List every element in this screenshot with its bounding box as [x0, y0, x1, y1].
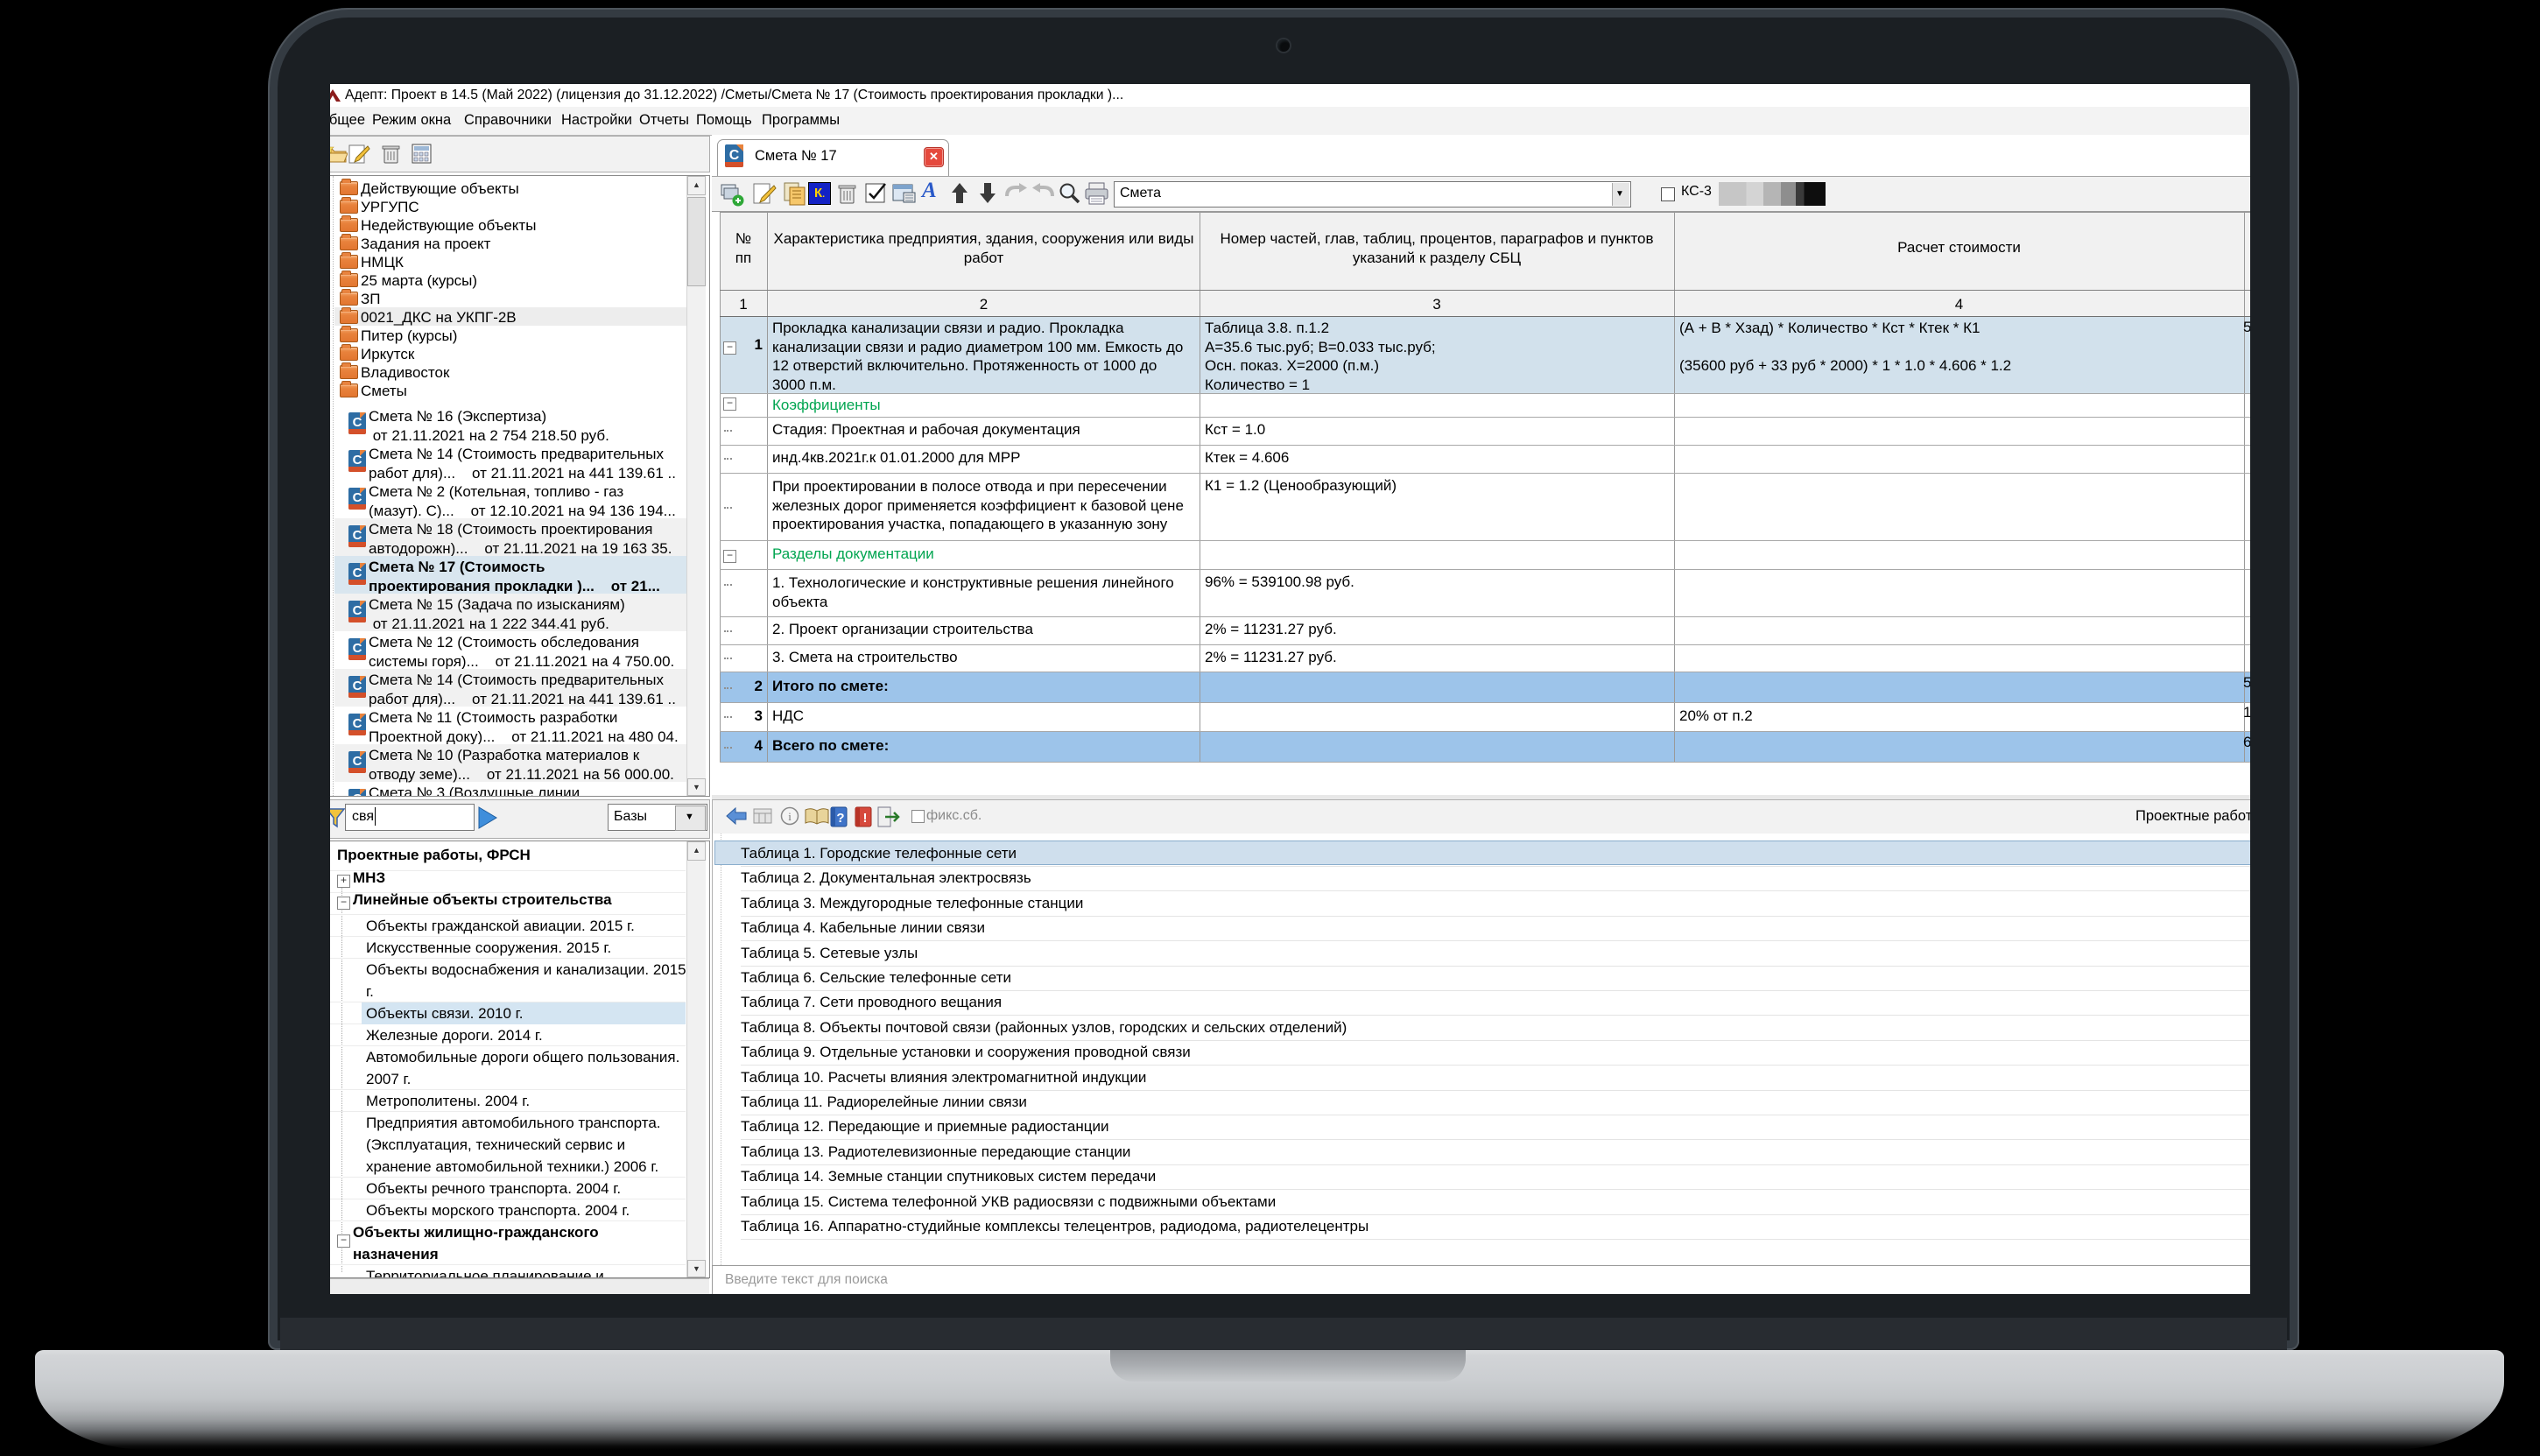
svg-text:?: ? [836, 811, 844, 826]
svg-text:i: i [788, 810, 792, 823]
svg-text:!: ! [863, 811, 868, 826]
